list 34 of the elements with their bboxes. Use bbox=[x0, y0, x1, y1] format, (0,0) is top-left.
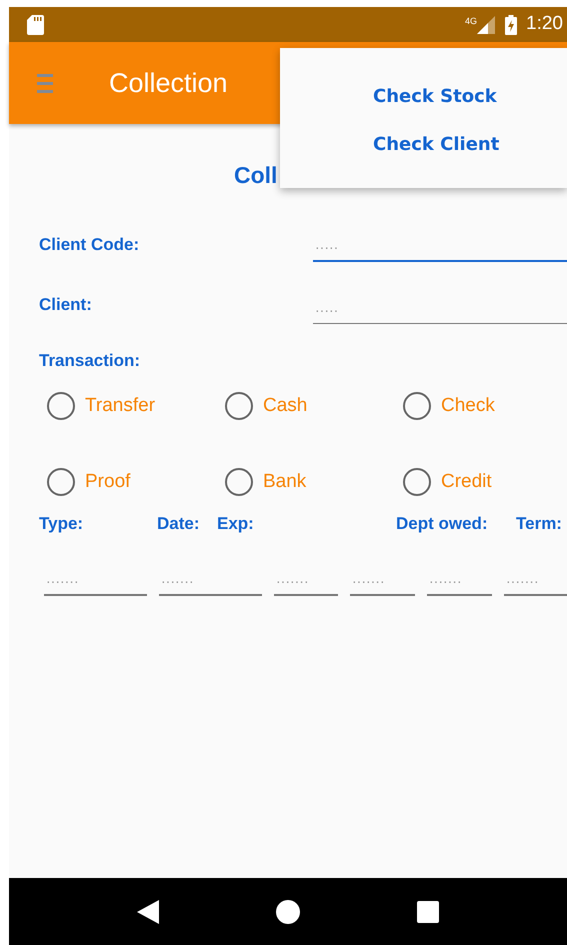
text-field[interactable]: ····· bbox=[313, 296, 567, 324]
sd-card-icon bbox=[27, 14, 44, 34]
section-label: Transaction: bbox=[39, 350, 142, 372]
radio-option[interactable]: Check bbox=[403, 392, 553, 420]
network-type-label: 4G bbox=[465, 15, 478, 28]
column-label: Date: bbox=[157, 512, 200, 534]
text-field[interactable]: ······· bbox=[350, 568, 415, 596]
battery-icon bbox=[505, 14, 518, 34]
signal-icon bbox=[477, 16, 496, 34]
menu-item[interactable]: Check Client bbox=[280, 120, 567, 168]
radio-option[interactable]: Cash bbox=[225, 392, 403, 420]
field-label: Client: bbox=[39, 294, 93, 316]
recents-icon[interactable] bbox=[416, 900, 439, 922]
text-field[interactable]: ······· bbox=[504, 568, 567, 596]
radio-option[interactable]: Proof bbox=[47, 468, 225, 496]
column-label: Dept owed: bbox=[396, 512, 488, 534]
text-field[interactable]: ······· bbox=[427, 568, 492, 596]
column-label: Term: bbox=[516, 512, 562, 534]
radio-option[interactable]: Bank bbox=[225, 468, 403, 496]
back-icon[interactable] bbox=[137, 900, 160, 924]
text-field[interactable]: ······· bbox=[159, 568, 262, 596]
column-label: Type: bbox=[39, 512, 84, 534]
radio-option[interactable]: Transfer bbox=[47, 392, 225, 420]
radio-option[interactable]: Credit bbox=[403, 468, 553, 496]
form-heading: Coll bbox=[234, 161, 278, 190]
column-label: Exp: bbox=[217, 512, 254, 534]
menu-item[interactable]: Check Stock bbox=[280, 72, 567, 120]
text-field[interactable]: ······· bbox=[274, 568, 338, 596]
status-time: 1:20 bbox=[526, 12, 563, 36]
text-field[interactable]: ······· bbox=[44, 568, 147, 596]
toolbar-title: Collection bbox=[109, 66, 228, 100]
text-field[interactable]: ····· bbox=[313, 234, 567, 262]
field-label: Client Code: bbox=[39, 234, 140, 256]
home-icon[interactable] bbox=[276, 900, 300, 924]
